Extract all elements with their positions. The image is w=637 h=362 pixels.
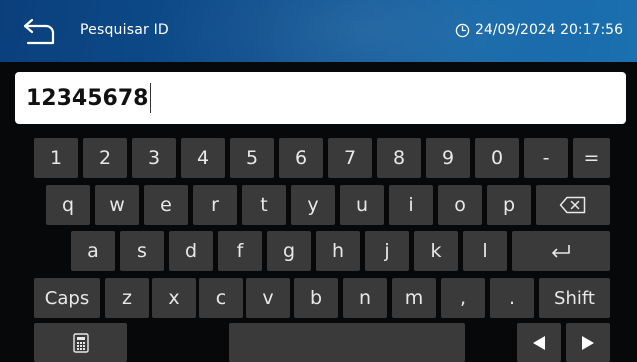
enter-icon (552, 245, 570, 258)
key-j[interactable]: j (365, 231, 409, 271)
key-3[interactable]: 3 (132, 138, 176, 178)
caps-key[interactable]: Caps (34, 278, 100, 318)
page-title: Pesquisar ID (80, 22, 169, 38)
key-v[interactable]: v (246, 278, 290, 318)
arrow-left-icon (533, 335, 545, 350)
key-k[interactable]: k (414, 231, 458, 271)
key-y[interactable]: y (291, 185, 335, 225)
key-n[interactable]: n (343, 278, 387, 318)
key-b[interactable]: b (294, 278, 338, 318)
key-f[interactable]: f (218, 231, 262, 271)
key-x[interactable]: x (152, 278, 196, 318)
key-z[interactable]: z (105, 278, 149, 318)
key-p[interactable]: p (487, 185, 531, 225)
key-1[interactable]: 1 (34, 138, 78, 178)
key-7[interactable]: 7 (328, 138, 372, 178)
key-9[interactable]: 9 (426, 138, 470, 178)
key-s[interactable]: s (120, 231, 164, 271)
clock-icon (455, 23, 470, 37)
key-m[interactable]: m (392, 278, 436, 318)
enter-key[interactable] (512, 231, 610, 271)
key-4[interactable]: 4 (181, 138, 225, 178)
arrow-left-key[interactable] (517, 323, 561, 362)
key-c[interactable]: c (199, 278, 243, 318)
on-screen-keyboard: 1 2 3 4 5 6 7 8 9 0 - = q w e r t y u i … (0, 132, 637, 362)
key-comma[interactable]: , (441, 278, 485, 318)
key-g[interactable]: g (267, 231, 311, 271)
key-r[interactable]: r (193, 185, 237, 225)
key-minus[interactable]: - (524, 138, 568, 178)
key-2[interactable]: 2 (83, 138, 127, 178)
numeric-keypad-icon (72, 332, 89, 353)
back-button[interactable] (22, 16, 58, 46)
id-input-value: 12345678 (26, 85, 149, 111)
key-o[interactable]: o (438, 185, 482, 225)
key-t[interactable]: t (242, 185, 286, 225)
key-l[interactable]: l (463, 231, 507, 271)
shift-key[interactable]: Shift (539, 278, 610, 318)
back-arrow-icon (23, 18, 55, 45)
key-5[interactable]: 5 (230, 138, 274, 178)
key-period[interactable]: . (490, 278, 534, 318)
key-6[interactable]: 6 (279, 138, 323, 178)
key-equals[interactable]: = (573, 138, 610, 178)
key-u[interactable]: u (340, 185, 384, 225)
backspace-key[interactable] (536, 185, 610, 225)
key-q[interactable]: q (46, 185, 90, 225)
arrow-right-key[interactable] (566, 323, 610, 362)
key-0[interactable]: 0 (475, 138, 519, 178)
key-h[interactable]: h (316, 231, 360, 271)
key-e[interactable]: e (144, 185, 188, 225)
key-i[interactable]: i (389, 185, 433, 225)
text-cursor (150, 83, 152, 113)
key-a[interactable]: a (71, 231, 115, 271)
numeric-keypad-key[interactable] (34, 323, 127, 362)
key-8[interactable]: 8 (377, 138, 421, 178)
backspace-icon (559, 196, 586, 214)
space-key[interactable] (229, 323, 465, 362)
datetime-display: 24/09/2024 20:17:56 (455, 22, 623, 38)
arrow-right-icon (582, 335, 594, 350)
id-search-input[interactable]: 12345678 (15, 72, 626, 124)
header-bar: Pesquisar ID 24/09/2024 20:17:56 (0, 0, 637, 62)
key-w[interactable]: w (95, 185, 139, 225)
datetime-text: 24/09/2024 20:17:56 (474, 22, 623, 38)
key-d[interactable]: d (169, 231, 213, 271)
